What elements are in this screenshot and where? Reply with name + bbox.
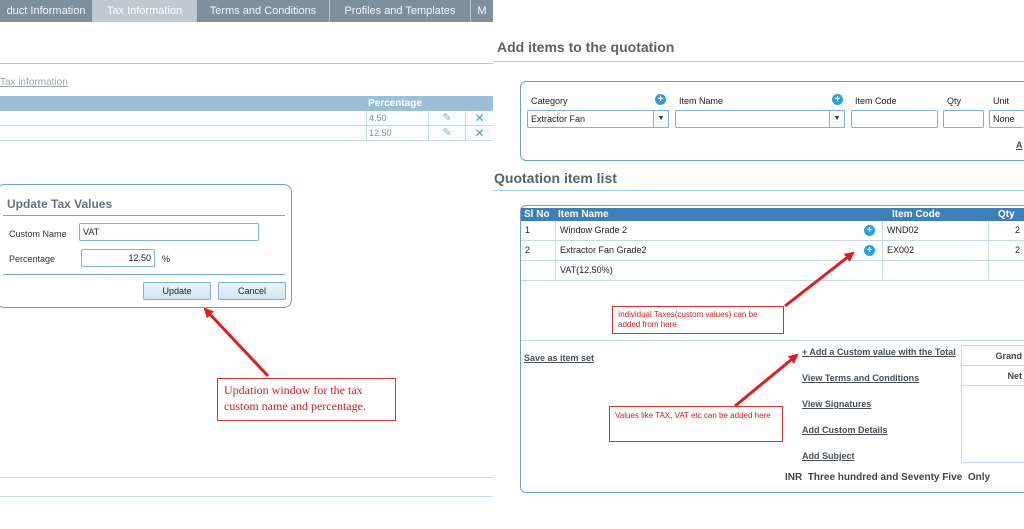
arrow-to-dialog [203, 307, 270, 378]
annotation-arrows [203, 251, 855, 408]
arrow-to-custom-value [734, 353, 799, 408]
arrow-to-plus-icon [784, 251, 855, 308]
